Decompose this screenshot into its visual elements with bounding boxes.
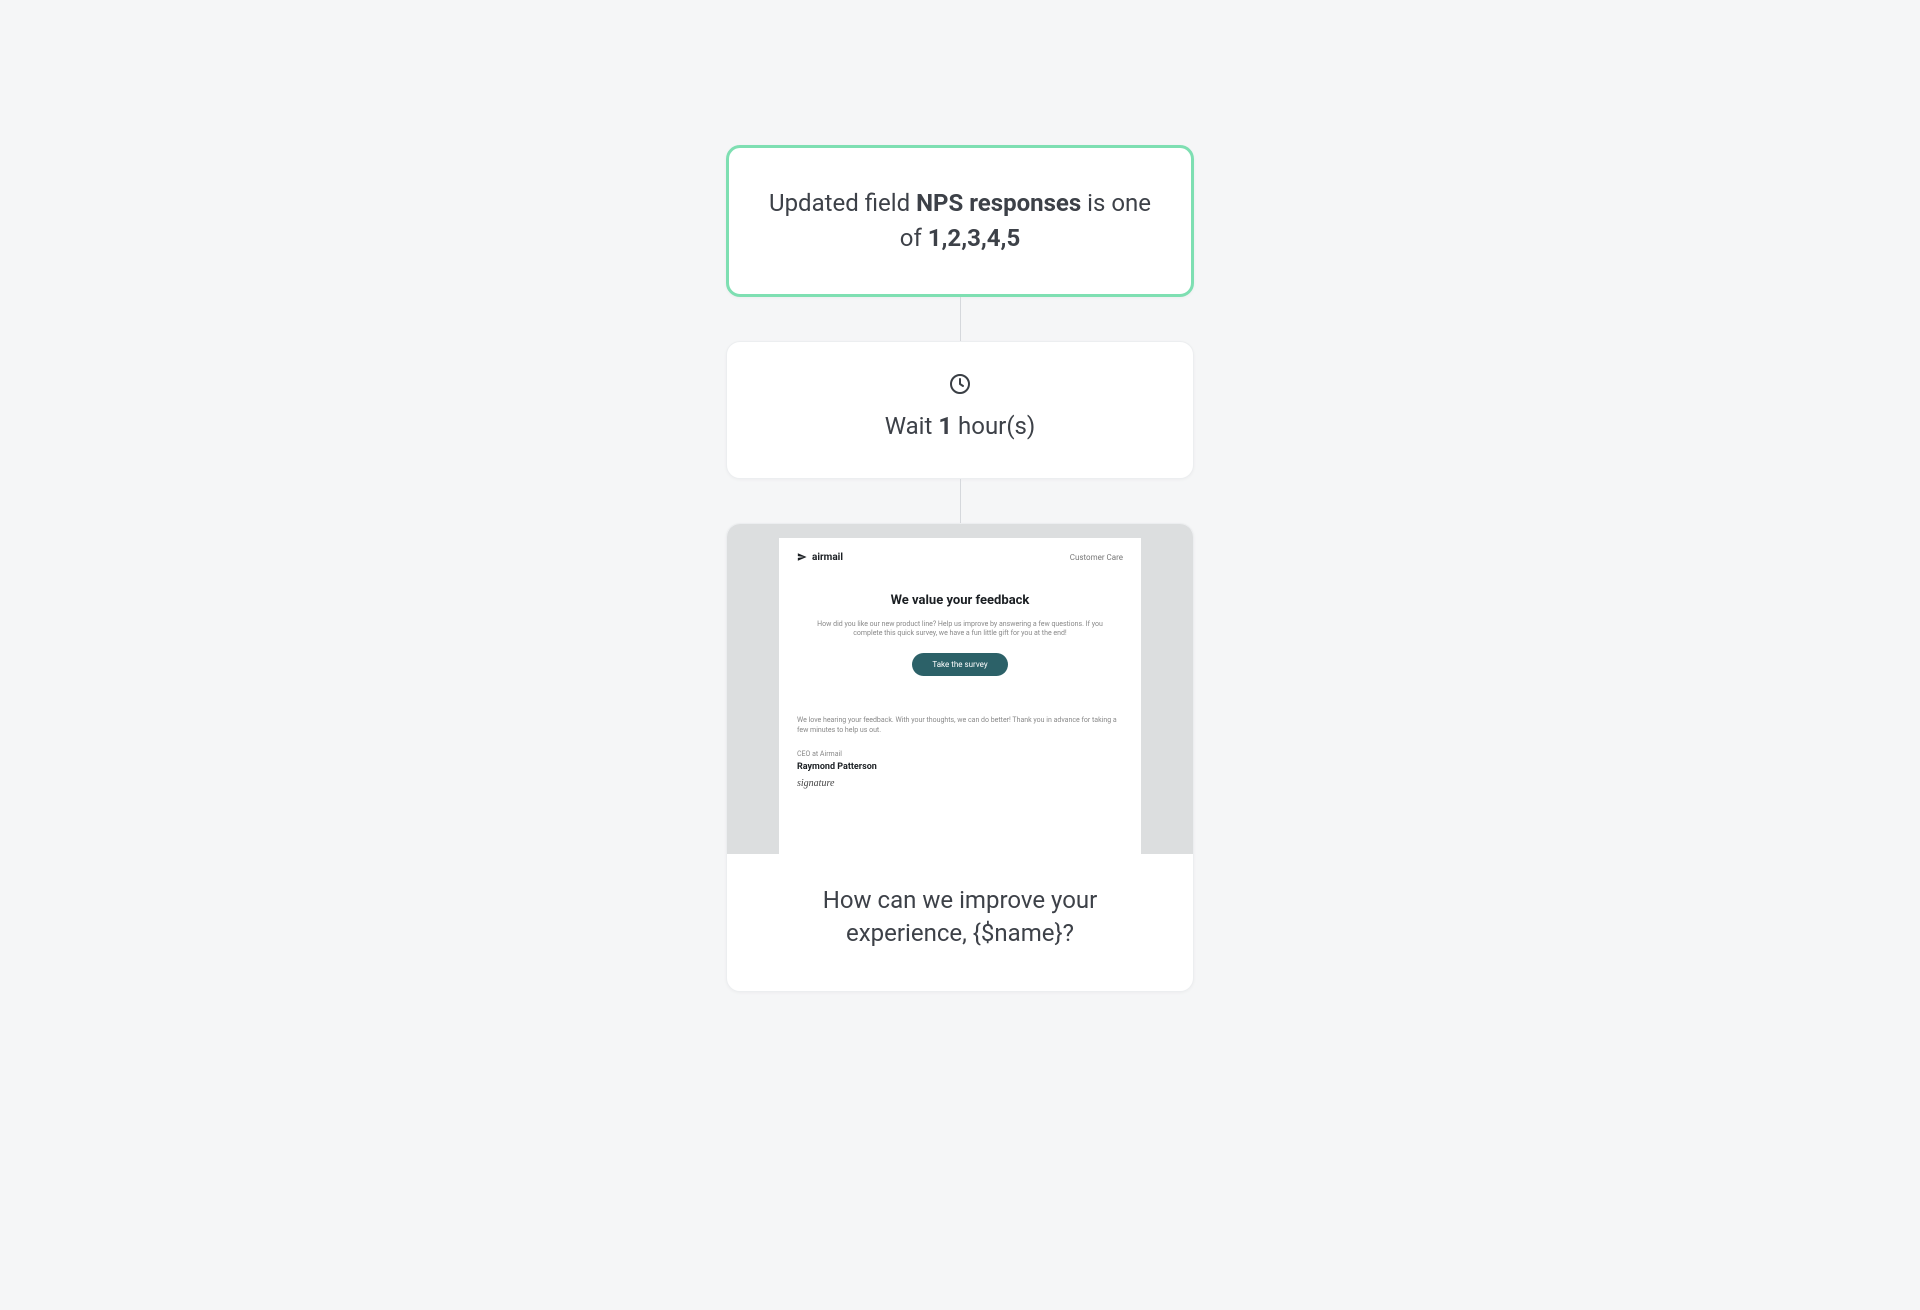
email-card[interactable]: airmail Customer Care We value your feed… xyxy=(726,523,1194,992)
email-note: We love hearing your feedback. With your… xyxy=(797,716,1123,736)
email-body: airmail Customer Care We value your feed… xyxy=(779,538,1141,854)
take-survey-button: Take the survey xyxy=(912,653,1007,676)
signer-role: CEO at Airmail xyxy=(797,750,1123,758)
customer-care-label: Customer Care xyxy=(1070,553,1123,562)
paper-plane-icon xyxy=(797,552,807,562)
email-subject: How can we improve your experience, {$na… xyxy=(727,854,1193,991)
connector-line xyxy=(960,479,961,523)
wait-text: Wait 1 hour(s) xyxy=(767,412,1153,440)
signature-script: signature xyxy=(797,778,1123,789)
connector-line xyxy=(960,297,961,341)
email-preview: airmail Customer Care We value your feed… xyxy=(727,524,1193,854)
email-intro: How did you like our new product line? H… xyxy=(797,620,1123,640)
automation-flow: Updated field NPS responses is one of 1,… xyxy=(726,145,1194,992)
email-heading: We value your feedback xyxy=(797,593,1123,608)
signer-name: Raymond Patterson xyxy=(797,762,1123,772)
clock-icon xyxy=(948,372,972,396)
wait-card[interactable]: Wait 1 hour(s) xyxy=(726,341,1194,479)
brand-logo: airmail xyxy=(797,552,843,563)
trigger-text: Updated field NPS responses is one of 1,… xyxy=(769,186,1151,256)
trigger-card[interactable]: Updated field NPS responses is one of 1,… xyxy=(726,145,1194,297)
